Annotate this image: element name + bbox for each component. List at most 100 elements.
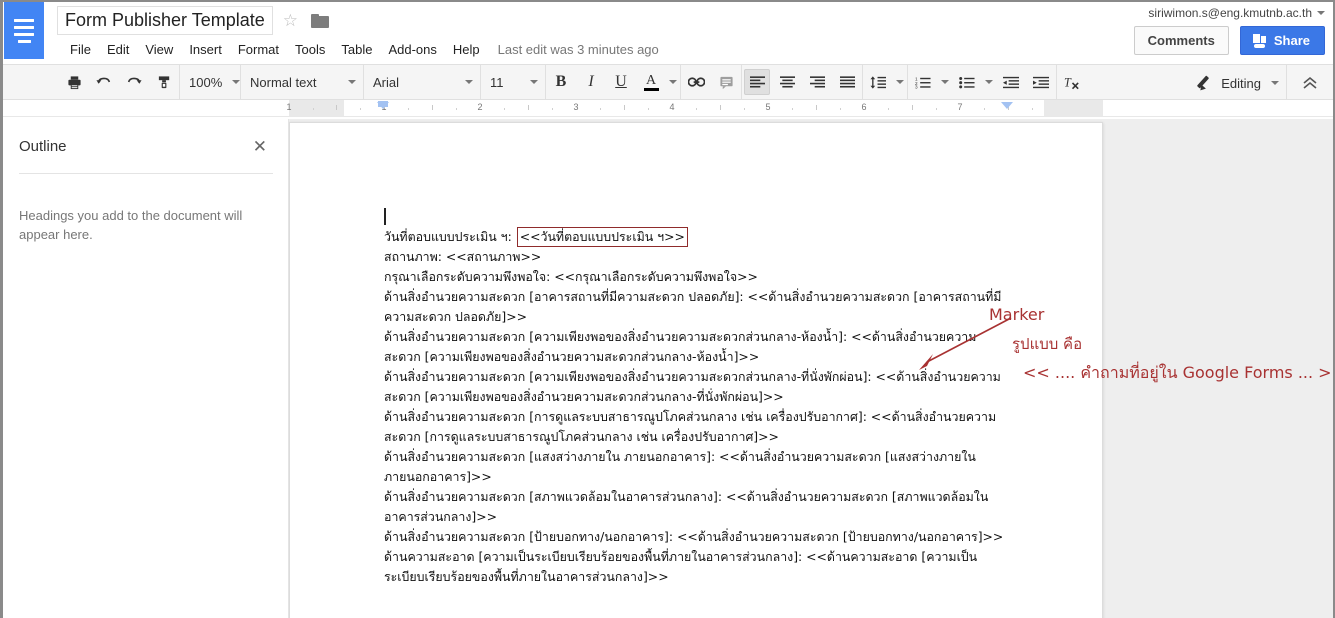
toolbar-group-clear: T bbox=[1057, 64, 1087, 100]
ruler-track: 1 1 2 3 4 5 6 7 bbox=[3, 100, 1333, 116]
body-area: Outline ✕ Headings you add to the docume… bbox=[3, 119, 1333, 618]
annotation-format-label: รูปแบบ คือ bbox=[1012, 335, 1083, 353]
google-docs-icon[interactable] bbox=[4, 2, 44, 59]
chevron-down-icon bbox=[530, 80, 538, 84]
app-header: Form Publisher Template ☆ File Edit View… bbox=[3, 2, 1333, 64]
underline-button[interactable]: U bbox=[608, 69, 634, 95]
chevron-down-icon[interactable] bbox=[669, 80, 677, 84]
share-icon bbox=[1252, 33, 1267, 48]
font-size-select[interactable]: 11 bbox=[481, 69, 545, 95]
menu-item-view[interactable]: View bbox=[137, 39, 181, 60]
menu-item-add-ons[interactable]: Add-ons bbox=[380, 39, 444, 60]
chevron-down-icon bbox=[348, 80, 356, 84]
chevron-up-icon[interactable] bbox=[1297, 70, 1323, 96]
bulleted-list-icon[interactable] bbox=[954, 69, 980, 95]
menu-item-insert[interactable]: Insert bbox=[181, 39, 230, 60]
paragraph-style-value: Normal text bbox=[250, 74, 317, 90]
share-button-label: Share bbox=[1273, 33, 1310, 48]
undo-icon[interactable] bbox=[91, 69, 117, 95]
ruler-num-7: 7 bbox=[957, 102, 963, 112]
bold-button[interactable]: B bbox=[548, 69, 574, 95]
right-indent-marker[interactable] bbox=[1001, 102, 1013, 109]
font-value: Arial bbox=[373, 74, 400, 90]
outline-header: Outline ✕ bbox=[17, 119, 275, 173]
toolbar-group-text-format: B I U A bbox=[546, 64, 680, 100]
header-actions: Comments Share bbox=[1133, 26, 1325, 55]
doc-line: ด้านสิ่งอำนวยความสะดวก [สภาพแวดล้อมในอาค… bbox=[384, 489, 989, 524]
marker-placeholder[interactable]: <<วันที่ตอบแบบประเมิน ฯ>> bbox=[516, 227, 688, 247]
zoom-value: 100% bbox=[189, 74, 223, 90]
toolbar-group-insert bbox=[681, 64, 741, 100]
paragraph-style-select[interactable]: Normal text bbox=[241, 69, 363, 95]
document-body[interactable]: วันที่ตอบแบบประเมิน ฯ: <<วันที่ตอบแบบประ… bbox=[384, 227, 1006, 587]
chevron-down-icon[interactable] bbox=[985, 80, 993, 84]
text-color-button[interactable]: A bbox=[638, 69, 664, 95]
print-icon[interactable] bbox=[61, 69, 87, 95]
editing-mode-button[interactable]: Editing bbox=[1190, 70, 1286, 96]
align-right-icon[interactable] bbox=[804, 69, 830, 95]
menu-item-table[interactable]: Table bbox=[333, 39, 380, 60]
doc-line: สถานภาพ: <<สถานภาพ>> bbox=[384, 249, 542, 264]
pencil-icon bbox=[1198, 76, 1212, 90]
menu-item-tools[interactable]: Tools bbox=[287, 39, 333, 60]
account-row[interactable]: siriwimon.s@eng.kmutnb.ac.th bbox=[1134, 6, 1325, 20]
align-justify-icon[interactable] bbox=[834, 69, 860, 95]
font-select[interactable]: Arial bbox=[364, 69, 480, 95]
ruler-num-0: 1 bbox=[286, 102, 292, 112]
ruler-num-5: 5 bbox=[765, 102, 771, 112]
last-edit-status[interactable]: Last edit was 3 minutes ago bbox=[498, 42, 659, 57]
folder-icon[interactable] bbox=[311, 13, 329, 28]
doc-line: ด้านสิ่งอำนวยความสะดวก [ความเพียงพอของสิ… bbox=[384, 369, 1001, 404]
doc-line: ด้านสิ่งอำนวยความสะดวก [อาคารสถานที่มีคว… bbox=[384, 289, 1002, 324]
share-button[interactable]: Share bbox=[1239, 26, 1325, 55]
align-center-icon[interactable] bbox=[774, 69, 800, 95]
ruler[interactable]: 1 1 2 3 4 5 6 7 bbox=[3, 100, 1333, 117]
comments-button[interactable]: Comments bbox=[1133, 26, 1229, 55]
svg-text:T: T bbox=[1064, 75, 1072, 89]
italic-button[interactable]: I bbox=[578, 69, 604, 95]
text-color-swatch bbox=[643, 87, 659, 91]
chevron-down-icon[interactable] bbox=[896, 80, 904, 84]
account-email: siriwimon.s@eng.kmutnb.ac.th bbox=[1148, 6, 1312, 20]
menu-item-help[interactable]: Help bbox=[445, 39, 488, 60]
menu-item-format[interactable]: Format bbox=[230, 39, 287, 60]
chevron-down-icon bbox=[465, 80, 473, 84]
numbered-list-icon[interactable]: 123 bbox=[910, 69, 936, 95]
ruler-num-6: 6 bbox=[861, 102, 867, 112]
outline-divider-line bbox=[19, 173, 273, 174]
align-left-icon[interactable] bbox=[744, 69, 770, 95]
outline-empty-text: Headings you add to the document will ap… bbox=[19, 208, 243, 242]
toolbar-group-spacing bbox=[863, 64, 907, 100]
document-canvas[interactable]: วันที่ตอบแบบประเมิน ฯ: <<วันที่ตอบแบบประ… bbox=[289, 119, 1333, 618]
clear-formatting-icon[interactable]: T bbox=[1059, 69, 1085, 95]
left-indent-marker[interactable] bbox=[377, 101, 389, 109]
annotation-format-pattern: << .... คำถามที่อยู่ใน Google Forms ... … bbox=[1023, 363, 1333, 382]
toolbar: 100% Normal text Arial 11 B I U A 1 2 3 … bbox=[3, 64, 1333, 101]
text-color-letter: A bbox=[645, 72, 657, 88]
doc-line: ด้านความสะอาด [ความเป็นระเบียบเรียบร้อยข… bbox=[384, 549, 978, 584]
doc-line: ด้านสิ่งอำนวยความสะดวก [แสงสว่างภายใน ภา… bbox=[384, 449, 976, 484]
page-content: วันที่ตอบแบบประเมิน ฯ: <<วันที่ตอบแบบประ… bbox=[290, 123, 1102, 587]
star-icon[interactable]: ☆ bbox=[283, 12, 298, 29]
line-spacing-icon[interactable] bbox=[865, 69, 891, 95]
font-size-value: 11 bbox=[490, 74, 504, 90]
link-icon[interactable] bbox=[683, 69, 709, 95]
editing-mode-label: Editing bbox=[1221, 75, 1261, 91]
menu-item-file[interactable]: File bbox=[62, 39, 99, 60]
doc-line: ด้านสิ่งอำนวยความสะดวก [ความเพียงพอของสิ… bbox=[384, 329, 977, 364]
close-icon[interactable]: ✕ bbox=[247, 135, 273, 158]
decrease-indent-icon[interactable] bbox=[998, 69, 1024, 95]
menu-item-edit[interactable]: Edit bbox=[99, 39, 137, 60]
ruler-num-4: 4 bbox=[669, 102, 675, 112]
increase-indent-icon[interactable] bbox=[1028, 69, 1054, 95]
zoom-select[interactable]: 100% bbox=[180, 69, 241, 95]
header-right: siriwimon.s@eng.kmutnb.ac.th Comments Sh… bbox=[1133, 6, 1325, 55]
chevron-down-icon[interactable] bbox=[941, 80, 949, 84]
add-comment-icon[interactable] bbox=[713, 69, 739, 95]
paint-format-icon[interactable] bbox=[151, 69, 177, 95]
document-page[interactable]: วันที่ตอบแบบประเมิน ฯ: <<วันที่ตอบแบบประ… bbox=[289, 122, 1103, 618]
document-title-input[interactable]: Form Publisher Template bbox=[57, 6, 273, 35]
redo-icon[interactable] bbox=[121, 69, 147, 95]
doc-line: ด้านสิ่งอำนวยความสะดวก [การดูแลระบบสาธาร… bbox=[384, 409, 997, 444]
ruler-num-2: 2 bbox=[477, 102, 483, 112]
